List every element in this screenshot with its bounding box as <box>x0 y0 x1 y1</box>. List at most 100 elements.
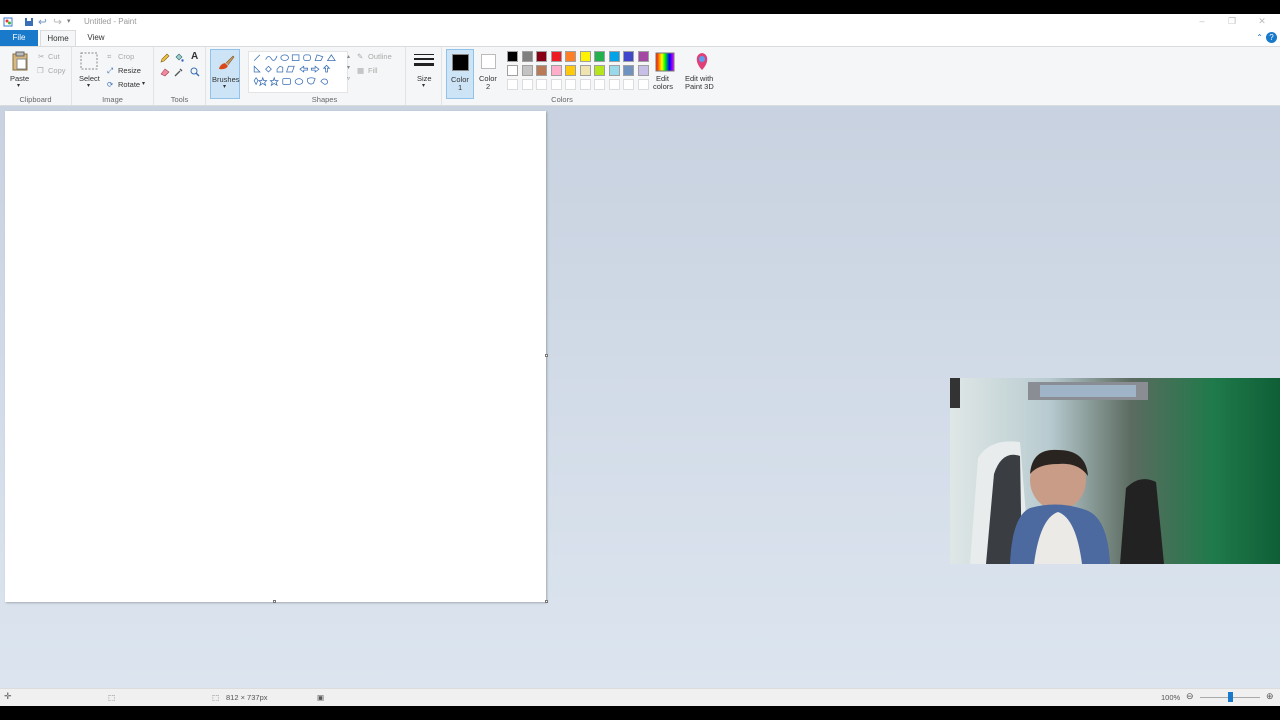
color-swatch[interactable] <box>536 51 547 62</box>
copy-button[interactable]: Copy <box>48 66 66 75</box>
fill-bucket-icon[interactable] <box>174 53 184 63</box>
collapse-ribbon-icon[interactable]: ⌃ <box>1256 33 1263 42</box>
custom-color-slot[interactable] <box>565 79 576 90</box>
selection-size-icon: ⬚ <box>108 693 116 702</box>
help-button[interactable]: ? <box>1266 32 1277 43</box>
file-size-icon: ▣ <box>317 693 325 702</box>
tab-view[interactable]: View <box>80 30 112 46</box>
redo-icon[interactable] <box>52 17 62 27</box>
paste-icon[interactable] <box>11 51 29 71</box>
paint3d-line2[interactable]: Paint 3D <box>685 82 714 91</box>
color-picker-icon[interactable] <box>174 67 184 77</box>
text-tool-icon[interactable]: A <box>191 51 198 62</box>
custom-color-slot[interactable] <box>594 79 605 90</box>
custom-color-slot[interactable] <box>608 79 620 90</box>
custom-color-slot[interactable] <box>507 79 518 90</box>
size-lines-icon[interactable] <box>414 53 434 69</box>
ribbon-tabs: File Home View ⌃ ? <box>0 30 1280 46</box>
save-icon[interactable] <box>24 17 34 27</box>
fill-icon: ▦ <box>357 66 365 75</box>
crop-button[interactable]: Crop <box>118 52 134 61</box>
size-dropdown-icon[interactable]: ▾ <box>422 82 425 89</box>
color2-swatch <box>481 54 496 69</box>
color-swatch[interactable] <box>608 65 620 76</box>
copy-icon: ❐ <box>37 66 44 75</box>
color-swatch[interactable] <box>565 51 576 62</box>
canvas-resize-handle-bottom[interactable] <box>273 600 276 603</box>
custom-color-slot[interactable] <box>637 79 649 90</box>
color-swatch[interactable] <box>550 51 562 62</box>
customize-quick-access-icon[interactable]: ▾ <box>67 17 71 25</box>
image-group-label: Image <box>102 95 123 104</box>
outline-icon: ✎ <box>357 52 364 61</box>
resize-button[interactable]: Resize <box>118 66 141 75</box>
tab-file[interactable]: File <box>0 30 38 46</box>
paint3d-icon[interactable] <box>693 51 711 71</box>
color-swatch[interactable] <box>579 51 591 62</box>
shapes-gallery[interactable] <box>248 51 348 93</box>
color-swatch[interactable] <box>623 65 634 76</box>
edit-colors-icon[interactable] <box>655 52 675 72</box>
zoom-in-button[interactable]: ⊕ <box>1266 691 1274 702</box>
color-swatch[interactable] <box>507 65 518 76</box>
custom-color-slot[interactable] <box>623 79 634 90</box>
paint3d-group: Edit with Paint 3D <box>682 47 722 105</box>
shapes-group: ▴ ▾ ▿ ✎ Outline ▦ Fill Shapes <box>244 47 406 105</box>
shapes-scroll-up-icon[interactable]: ▴ <box>347 53 350 60</box>
outline-button[interactable]: Outline <box>368 52 392 61</box>
zoom-slider-thumb[interactable] <box>1228 692 1233 702</box>
color-swatch[interactable] <box>521 51 533 62</box>
cut-icon: ✂ <box>38 52 45 61</box>
color-swatch[interactable] <box>507 51 518 62</box>
shapes-scroll-down-icon[interactable]: ▾ <box>347 64 350 71</box>
paste-dropdown-icon[interactable]: ▾ <box>17 82 20 89</box>
undo-icon[interactable] <box>38 17 48 27</box>
select-icon[interactable] <box>80 52 98 70</box>
color-swatch[interactable] <box>594 51 605 62</box>
rotate-icon: ⟳ <box>107 80 114 89</box>
custom-color-slot[interactable] <box>579 79 591 90</box>
color1-button[interactable]: Color 1 <box>446 49 474 99</box>
title-bar: ▾ Untitled - Paint – ❐ ✕ <box>0 14 1280 30</box>
color-swatch[interactable] <box>550 65 562 76</box>
edit-colors-line2[interactable]: colors <box>653 82 673 91</box>
zoom-out-button[interactable]: ⊖ <box>1186 691 1194 702</box>
maximize-button[interactable]: ❐ <box>1220 16 1244 28</box>
magnifier-icon[interactable] <box>190 67 200 77</box>
select-dropdown-icon[interactable]: ▾ <box>87 82 90 89</box>
shapes-more-icon[interactable]: ▿ <box>347 75 350 82</box>
color-swatch[interactable] <box>623 51 634 62</box>
color-swatch[interactable] <box>637 65 649 76</box>
cut-button[interactable]: Cut <box>48 52 60 61</box>
status-bar: ✛ ⬚ ⬚ 812 × 737px ▣ 100% ⊖ ⊕ <box>0 688 1280 706</box>
color-swatch[interactable] <box>536 65 547 76</box>
fill-button[interactable]: Fill <box>368 66 378 75</box>
tab-home[interactable]: Home <box>40 30 76 46</box>
custom-color-slot[interactable] <box>521 79 533 90</box>
canvas-resize-handle-corner[interactable] <box>545 600 548 603</box>
color-swatch[interactable] <box>565 65 576 76</box>
color-swatch[interactable] <box>521 65 533 76</box>
color2-button[interactable]: Color 2 <box>476 49 502 99</box>
tools-group-label: Tools <box>170 95 189 104</box>
color-swatch[interactable] <box>594 65 605 76</box>
drawing-canvas[interactable] <box>5 111 546 602</box>
custom-color-slot[interactable] <box>536 79 547 90</box>
paint-window: ▾ Untitled - Paint – ❐ ✕ File Home View … <box>0 14 1280 706</box>
color-swatch[interactable] <box>608 51 620 62</box>
color-swatch[interactable] <box>637 51 649 62</box>
canvas-resize-handle-right[interactable] <box>545 354 548 357</box>
eraser-icon[interactable] <box>160 67 170 77</box>
color-swatch[interactable] <box>579 65 591 76</box>
rotate-dropdown-icon[interactable]: ▾ <box>142 80 145 87</box>
edit-colors-group: Edit colors <box>650 47 682 105</box>
rotate-button[interactable]: Rotate <box>118 80 140 89</box>
paint-app-icon[interactable] <box>3 17 13 27</box>
minimize-button[interactable]: – <box>1190 16 1214 28</box>
brush-icon <box>219 55 235 70</box>
canvas-workspace[interactable] <box>0 106 1280 688</box>
brushes-button[interactable]: Brushes ▾ <box>210 49 240 99</box>
custom-color-slot[interactable] <box>550 79 562 90</box>
close-button[interactable]: ✕ <box>1250 16 1274 28</box>
pencil-icon[interactable] <box>160 53 170 63</box>
